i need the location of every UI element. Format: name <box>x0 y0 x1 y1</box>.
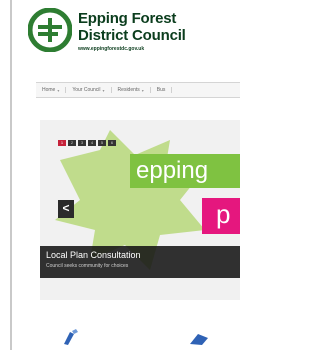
caption-subtitle: Council seeks community for choices <box>46 263 129 269</box>
carousel-prev-button[interactable]: < <box>58 200 74 218</box>
nav-item-label: Residents <box>117 87 140 93</box>
site-title-line2: District Council <box>78 27 186 44</box>
slide-indicator[interactable]: 6 <box>108 140 116 146</box>
banner-headline-pink: p <box>202 198 240 234</box>
chevron-down-icon: ▾ <box>102 87 105 93</box>
site-title-line1: Epping Forest <box>78 10 177 27</box>
efdc-logo-icon[interactable] <box>28 8 72 52</box>
slide-indicator[interactable]: 2 <box>68 140 76 146</box>
main-nav: Home ▾ Your Council ▾ Residents ▾ Bus <box>36 82 240 98</box>
nav-item-label: Bus <box>156 87 166 93</box>
chevron-down-icon: ▾ <box>141 87 144 93</box>
decorative-shape-icon <box>190 334 208 345</box>
pen-icon <box>64 329 78 345</box>
nav-item-residents[interactable]: Residents ▾ <box>112 87 151 93</box>
slide-indicator[interactable]: 4 <box>88 140 96 146</box>
chevron-down-icon: ▾ <box>57 87 60 93</box>
slide-indicator[interactable]: 3 <box>78 140 86 146</box>
site-title[interactable]: Epping Forest District Council <box>78 10 186 44</box>
nav-item-your-council[interactable]: Your Council ▾ <box>66 87 112 93</box>
site-url: www.eppingforestdc.gov.uk <box>78 46 145 52</box>
nav-item-label: Your Council <box>72 87 101 93</box>
slide-indicator[interactable]: 5 <box>98 140 106 146</box>
nav-item-label: Home <box>42 87 56 93</box>
slide-indicators: 1 2 3 4 5 6 <box>58 140 116 146</box>
site-header: Epping Forest District Council www.eppin… <box>28 6 240 72</box>
caption-title: Local Plan Consultation <box>46 250 141 260</box>
nav-item-business[interactable]: Bus <box>151 87 173 93</box>
hero-carousel[interactable]: 1 2 3 4 5 6 epping p < Local Plan Consul… <box>40 120 240 300</box>
banner-caption[interactable]: Local Plan Consultation Council seeks co… <box>40 246 240 278</box>
nav-item-home[interactable]: Home ▾ <box>36 87 67 93</box>
slide-indicator[interactable]: 1 <box>58 140 66 146</box>
banner-headline-green: epping <box>130 154 240 188</box>
